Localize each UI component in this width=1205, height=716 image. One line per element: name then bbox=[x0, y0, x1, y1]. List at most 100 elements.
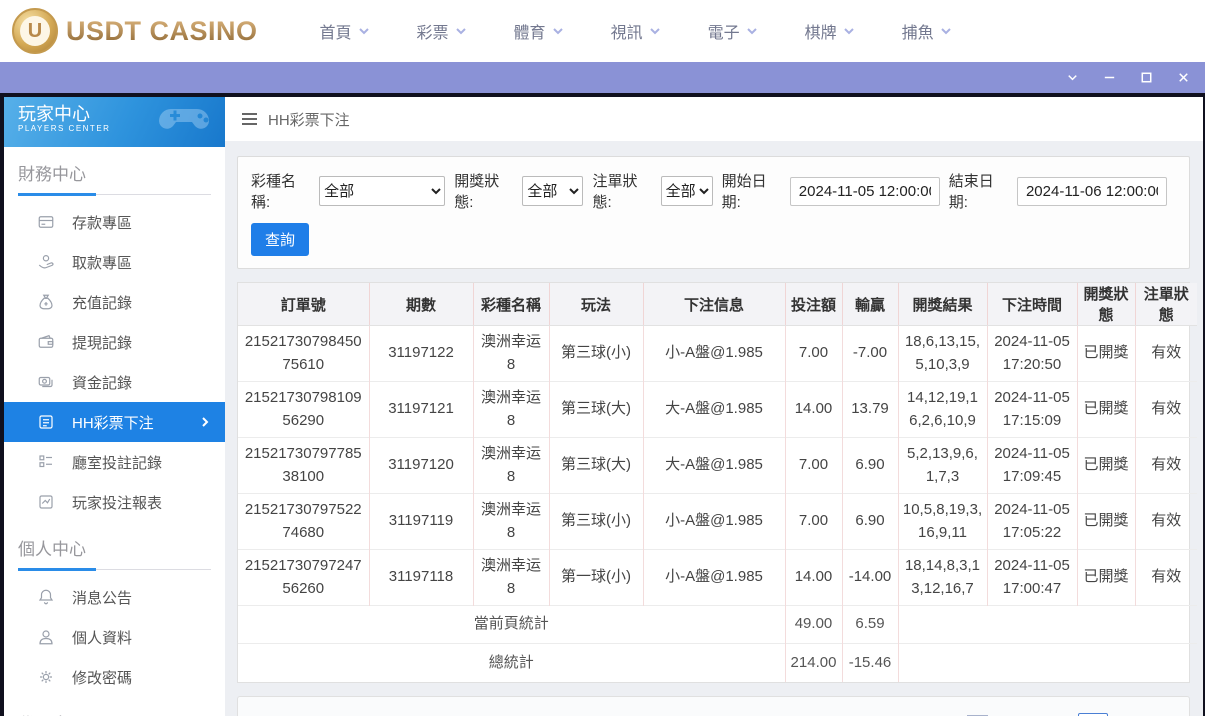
sidebar-item-recharge-record[interactable]: 充值記錄 bbox=[4, 282, 225, 322]
col-draw-result: 開獎結果 bbox=[898, 283, 987, 326]
nav-item-fishing[interactable]: 捕魚 bbox=[902, 19, 952, 43]
sidebar-item-funds-record[interactable]: 資金記錄 bbox=[4, 362, 225, 402]
hamburger-menu-icon[interactable] bbox=[241, 112, 258, 126]
gamepad-icon bbox=[157, 103, 217, 137]
total-summary-empty bbox=[898, 644, 1197, 682]
table-cell: 31197119 bbox=[369, 494, 473, 550]
sidebar-item-announcements[interactable]: 消息公告 bbox=[4, 577, 225, 617]
gear-icon bbox=[37, 668, 55, 686]
maximize-icon[interactable] bbox=[1139, 70, 1154, 85]
logo-coin-icon: U bbox=[12, 8, 58, 54]
col-bet-info: 下注信息 bbox=[643, 283, 785, 326]
report-icon bbox=[37, 493, 55, 511]
lottery-list-icon bbox=[37, 413, 55, 431]
table-cell: 小-A盤@1.985 bbox=[643, 550, 785, 606]
content-area: 彩種名稱: 全部 開獎狀態: 全部 注單狀態: 全部 開始日期: 結束日期: bbox=[225, 141, 1203, 716]
sidebar-item-change-password[interactable]: 修改密碼 bbox=[4, 657, 225, 697]
sidebar-item-deposit[interactable]: 存款專區 bbox=[4, 202, 225, 242]
chevron-down-icon bbox=[649, 25, 661, 37]
table-cell: 第三球(大) bbox=[549, 438, 643, 494]
deposit-card-icon bbox=[37, 213, 55, 231]
table-cell: 大-A盤@1.985 bbox=[643, 382, 785, 438]
person-icon bbox=[37, 628, 55, 646]
chevron-down-icon bbox=[455, 25, 467, 37]
table-cell: 2152173079845075610 bbox=[238, 326, 369, 382]
pagination-bar: 每頁顯示20條 共25条 首页 上一页 [1] [2] 下一页 第 页 跳转 bbox=[237, 696, 1190, 716]
table-cell: 2152173079778538100 bbox=[238, 438, 369, 494]
table-cell: 18,14,8,3,13,12,16,7 bbox=[898, 550, 987, 606]
table-cell: 澳洲幸运8 bbox=[473, 326, 549, 382]
lottery-name-select[interactable]: 全部 bbox=[319, 176, 445, 206]
section-title-personal: 個人中心 bbox=[4, 522, 225, 564]
table-cell: 2024-11-05 17:09:45 bbox=[987, 438, 1077, 494]
order-status-select[interactable]: 全部 bbox=[661, 176, 713, 206]
filter-row: 彩種名稱: 全部 開獎狀態: 全部 注單狀態: 全部 開始日期: 結束日期: bbox=[251, 170, 1176, 212]
sidebar-item-hh-lottery-bets[interactable]: HH彩票下注 bbox=[4, 402, 225, 442]
table-header-row: 訂單號 期數 彩種名稱 玩法 下注信息 投注額 輸贏 開獎結果 下注時間 開獎狀… bbox=[238, 283, 1197, 326]
table-row: 2152173079724756260 31197118 澳洲幸运8 第一球(小… bbox=[238, 550, 1197, 606]
page-summary-winloss: 6.59 bbox=[842, 606, 898, 644]
window-title-bar bbox=[0, 62, 1205, 93]
chevron-down-icon[interactable] bbox=[1065, 70, 1080, 85]
nav-item-lottery[interactable]: 彩票 bbox=[417, 19, 467, 43]
table-cell: 有效 bbox=[1135, 494, 1197, 550]
bets-table: 訂單號 期數 彩種名稱 玩法 下注信息 投注額 輸贏 開獎結果 下注時間 開獎狀… bbox=[237, 282, 1190, 683]
table-cell: 有效 bbox=[1135, 382, 1197, 438]
draw-status-label: 開獎狀態: bbox=[454, 170, 517, 212]
moneybag-icon bbox=[37, 293, 55, 311]
section-divider bbox=[18, 568, 211, 571]
nav-item-video[interactable]: 視訊 bbox=[611, 19, 661, 43]
table-cell: 第三球(小) bbox=[549, 494, 643, 550]
sidebar-item-hall-bet-record[interactable]: 廳室投註記錄 bbox=[4, 442, 225, 482]
col-order-status: 注單狀態 bbox=[1135, 283, 1197, 326]
table-cell: 已開獎 bbox=[1077, 326, 1135, 382]
sidebar-item-cashout-record[interactable]: 提現記錄 bbox=[4, 322, 225, 362]
start-date-label: 開始日期: bbox=[722, 170, 785, 212]
main-content: HH彩票下注 彩種名稱: 全部 開獎狀態: 全部 注單狀態: 全部 bbox=[225, 97, 1203, 716]
withdraw-hand-icon bbox=[37, 253, 55, 271]
breadcrumb: HH彩票下注 bbox=[225, 97, 1203, 141]
table-cell: 已開獎 bbox=[1077, 550, 1135, 606]
col-winloss: 輸贏 bbox=[842, 283, 898, 326]
sidebar-item-withdraw[interactable]: 取款專區 bbox=[4, 242, 225, 282]
nav-item-sports[interactable]: 體育 bbox=[514, 19, 564, 43]
nav-item-home[interactable]: 首頁 bbox=[320, 19, 370, 43]
bell-icon bbox=[37, 588, 55, 606]
col-bet-amount: 投注額 bbox=[785, 283, 842, 326]
start-date-input[interactable] bbox=[790, 177, 940, 206]
table-cell: 小-A盤@1.985 bbox=[643, 326, 785, 382]
table-cell: 7.00 bbox=[785, 438, 842, 494]
close-icon[interactable] bbox=[1176, 70, 1191, 85]
col-lottery-name: 彩種名稱 bbox=[473, 283, 549, 326]
table-cell: 2152173079724756260 bbox=[238, 550, 369, 606]
end-date-label: 結束日期: bbox=[949, 170, 1012, 212]
page-summary-row: 當前頁統計 49.00 6.59 bbox=[238, 606, 1197, 644]
sidebar-item-profile[interactable]: 個人資料 bbox=[4, 617, 225, 657]
search-button[interactable]: 查詢 bbox=[251, 223, 309, 256]
nav-item-slots[interactable]: 電子 bbox=[708, 19, 758, 43]
nav-item-cards[interactable]: 棋牌 bbox=[805, 19, 855, 43]
top-navigation-bar: U USDT CASINO 首頁 彩票 體育 視訊 電子 棋牌 捕魚 bbox=[0, 0, 1205, 62]
table-cell: 2024-11-05 17:05:22 bbox=[987, 494, 1077, 550]
end-date-input[interactable] bbox=[1017, 177, 1167, 206]
table-cell: 31197122 bbox=[369, 326, 473, 382]
total-summary-label: 總統計 bbox=[238, 644, 785, 682]
funds-icon bbox=[37, 373, 55, 391]
table-cell: 澳洲幸运8 bbox=[473, 494, 549, 550]
sidebar-item-player-bet-report[interactable]: 玩家投注報表 bbox=[4, 482, 225, 522]
filter-panel: 彩種名稱: 全部 開獎狀態: 全部 注單狀態: 全部 開始日期: 結束日期: bbox=[237, 156, 1190, 269]
total-summary-winloss: -15.46 bbox=[842, 644, 898, 682]
table-cell: 13.79 bbox=[842, 382, 898, 438]
page-summary-label: 當前頁統計 bbox=[238, 606, 785, 644]
table-cell: 31197121 bbox=[369, 382, 473, 438]
chevron-down-icon bbox=[358, 25, 370, 37]
minimize-icon[interactable] bbox=[1102, 70, 1117, 85]
col-draw-status: 開獎狀態 bbox=[1077, 283, 1135, 326]
table-cell: 2024-11-05 17:20:50 bbox=[987, 326, 1077, 382]
draw-status-select[interactable]: 全部 bbox=[522, 176, 583, 206]
lottery-name-label: 彩種名稱: bbox=[251, 170, 314, 212]
table-cell: 有效 bbox=[1135, 326, 1197, 382]
table-cell: 小-A盤@1.985 bbox=[643, 494, 785, 550]
hall-record-icon bbox=[37, 453, 55, 471]
table-cell: 2152173079752274680 bbox=[238, 494, 369, 550]
